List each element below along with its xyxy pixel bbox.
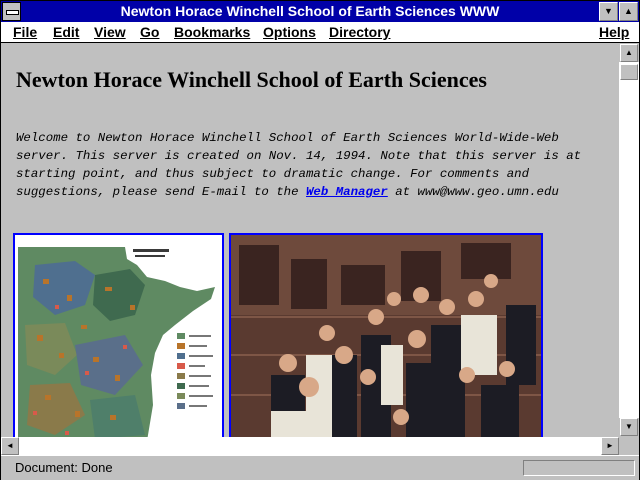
menu-view[interactable]: View <box>94 24 126 40</box>
menu-bookmarks[interactable]: Bookmarks <box>174 24 250 40</box>
minimize-icon: ▼ <box>604 6 613 16</box>
scroll-down-icon: ▼ <box>625 422 633 431</box>
vertical-scroll-thumb[interactable] <box>620 64 638 80</box>
scroll-left-button[interactable]: ◄ <box>1 437 19 455</box>
scroll-right-icon: ► <box>606 441 614 450</box>
status-bar: Document: Done <box>1 455 639 480</box>
scroll-up-icon: ▲ <box>625 48 633 57</box>
scroll-left-icon: ◄ <box>6 441 14 450</box>
minimize-button[interactable]: ▼ <box>599 2 618 21</box>
vertical-scrollbar[interactable]: ▲ ▼ <box>619 43 639 437</box>
minnesota-map-graphic <box>15 235 222 437</box>
maximize-button[interactable]: ▲ <box>619 2 638 21</box>
menu-bar: File Edit View Go Bookmarks Options Dire… <box>1 22 639 43</box>
menu-directory[interactable]: Directory <box>329 24 390 40</box>
scroll-corner <box>619 437 639 455</box>
browser-window: Newton Horace Winchell School of Earth S… <box>0 0 640 480</box>
intro-email-text: at www@www.geo.umn.edu <box>387 185 559 199</box>
geologic-map-image[interactable] <box>13 233 224 437</box>
page-title: Newton Horace Winchell School of Earth S… <box>16 67 487 92</box>
faculty-photo-image[interactable] <box>229 233 543 437</box>
intro-paragraph: Welcome to Newton Horace Winchell School… <box>16 129 616 201</box>
scroll-up-button[interactable]: ▲ <box>620 44 638 62</box>
status-text: Document: Done <box>15 460 113 475</box>
web-manager-link[interactable]: Web Manager <box>306 185 388 199</box>
faculty-photo-graphic <box>231 235 541 437</box>
horizontal-scroll-track[interactable] <box>19 437 601 455</box>
menu-help[interactable]: Help <box>599 24 629 40</box>
title-bar[interactable]: Newton Horace Winchell School of Earth S… <box>1 1 639 22</box>
system-menu-button[interactable] <box>2 2 21 21</box>
vertical-scroll-track[interactable] <box>619 62 639 418</box>
horizontal-scrollbar[interactable]: ◄ ► <box>1 437 619 455</box>
menu-edit[interactable]: Edit <box>53 24 79 40</box>
menu-file[interactable]: File <box>13 24 37 40</box>
progress-indicator <box>523 460 635 476</box>
scroll-right-button[interactable]: ► <box>601 437 619 455</box>
page-content: Newton Horace Winchell School of Earth S… <box>1 43 619 437</box>
scroll-down-button[interactable]: ▼ <box>620 418 638 436</box>
menu-go[interactable]: Go <box>140 24 159 40</box>
menu-options[interactable]: Options <box>263 24 316 40</box>
window-title: Newton Horace Winchell School of Earth S… <box>120 3 500 19</box>
maximize-icon: ▲ <box>624 6 633 16</box>
